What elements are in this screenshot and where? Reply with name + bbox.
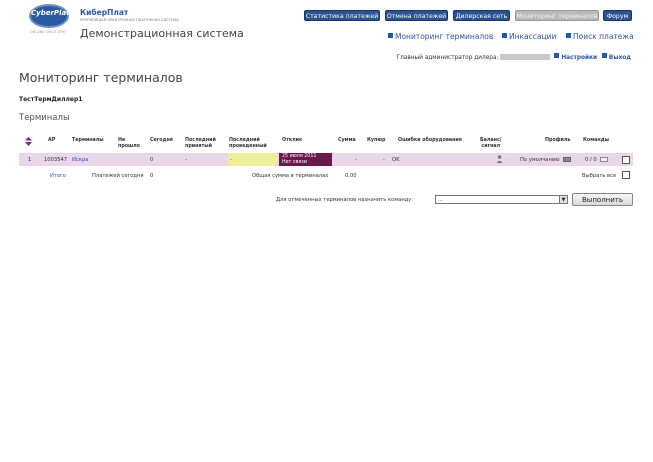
square-bullet-icon <box>566 33 571 38</box>
select-all-label: Выбрать все <box>582 173 617 179</box>
col-bills[interactable]: Купюр <box>367 138 385 144</box>
col-sum[interactable]: Сумма <box>338 138 356 144</box>
col-last-received[interactable]: Последний принятый <box>185 138 216 150</box>
logout-link[interactable]: Выход <box>609 55 631 61</box>
command-label: Для отмеченных терминалов назначить кома… <box>276 197 414 203</box>
row-today: 0 <box>150 157 154 163</box>
brand-tagline: КРУПНЕЙШАЯ ЭЛЕКТРОННАЯ ПЛАТЕЖНАЯ СИСТЕМА <box>80 18 179 22</box>
settings-link[interactable]: Настройки <box>561 55 597 61</box>
payment-stats-button[interactable]: Статистика платежей <box>304 10 380 21</box>
row-commands: 0 / 0 <box>585 157 597 163</box>
col-today[interactable]: Сегодня <box>150 138 173 144</box>
sort-arrows-icon[interactable] <box>25 137 32 146</box>
row-last-received: - <box>185 157 187 163</box>
system-title: Демонстрационная система <box>80 27 244 40</box>
execute-button[interactable]: Выполнить <box>572 193 633 206</box>
nav-terminal-monitoring[interactable]: Мониторинг терминалов <box>388 32 493 41</box>
col-response[interactable]: Отклик <box>282 138 302 144</box>
row-bills: - <box>383 157 385 163</box>
total-sum-label: Общая сумма в терминалах <box>252 173 329 179</box>
row-profile: По умолчанию <box>520 157 560 163</box>
payment-cancel-button[interactable]: Отмена платежей <box>385 10 448 21</box>
col-errors[interactable]: Ошибки оборудования <box>398 138 462 144</box>
logo-subtitle: ON-LINE SINCE 1997 <box>30 30 67 34</box>
payments-today-value: 0 <box>150 173 154 179</box>
total-sum-value: 0,00 <box>345 173 357 179</box>
dealer-name: ТестТермДиллер1 <box>19 96 83 103</box>
chevron-down-icon[interactable]: ▼ <box>559 195 568 204</box>
forum-button[interactable]: Форум <box>603 10 632 21</box>
terminal-monitoring-button[interactable]: Мониторинг терминалов <box>515 10 599 21</box>
square-bullet-icon <box>502 33 507 38</box>
row-last-done: - <box>230 157 232 163</box>
logo-text: CyberPlat <box>31 9 70 17</box>
row-ap: 1003547 <box>44 157 68 163</box>
row-errors: OK <box>392 157 400 163</box>
command-select[interactable]: ... <box>435 195 568 204</box>
profile-edit-icon[interactable] <box>563 157 571 162</box>
col-commands[interactable]: Команды <box>583 138 609 144</box>
square-bullet-icon <box>554 53 560 58</box>
signal-person-icon[interactable] <box>496 155 503 163</box>
commands-window-icon[interactable] <box>600 157 608 162</box>
nav-payment-search[interactable]: Поиск платежа <box>566 32 634 41</box>
select-all-checkbox[interactable] <box>622 171 630 179</box>
row-checkbox[interactable] <box>622 156 630 164</box>
response-status: Нет связи <box>282 160 307 165</box>
section-title: Терминалы <box>19 113 70 123</box>
user-info: Главный администратор дилера: Настройки … <box>396 53 631 61</box>
col-terminals[interactable]: Терминалы <box>72 138 104 144</box>
col-profile[interactable]: Профиль <box>545 138 570 144</box>
totals-link[interactable]: Итого <box>50 173 66 179</box>
col-balance[interactable]: Баланс/сигнал <box>480 138 502 150</box>
dealer-network-button[interactable]: Дилерская сеть <box>453 10 510 21</box>
last-done-cell-highlight <box>228 153 277 166</box>
command-select-value: ... <box>438 197 443 203</box>
col-last-done[interactable]: Последний проведенный <box>229 138 267 150</box>
square-bullet-icon <box>388 33 393 38</box>
response-date: 25 июля 2011 <box>282 154 317 159</box>
square-bullet-icon <box>601 53 607 58</box>
col-not-passed[interactable]: Не прошло <box>118 138 140 150</box>
terminal-link[interactable]: Искра <box>72 157 88 163</box>
row-number: 1 <box>28 157 32 163</box>
row-sum: - <box>355 157 357 163</box>
nav-collections[interactable]: Инкассации <box>502 32 556 41</box>
payments-today-label: Платежей сегодня <box>92 173 144 179</box>
col-ap[interactable]: АР <box>48 138 55 144</box>
brand-name: КиберПлат <box>80 8 129 17</box>
page-heading: Мониторинг терминалов <box>19 70 183 85</box>
masked-username <box>500 54 551 60</box>
